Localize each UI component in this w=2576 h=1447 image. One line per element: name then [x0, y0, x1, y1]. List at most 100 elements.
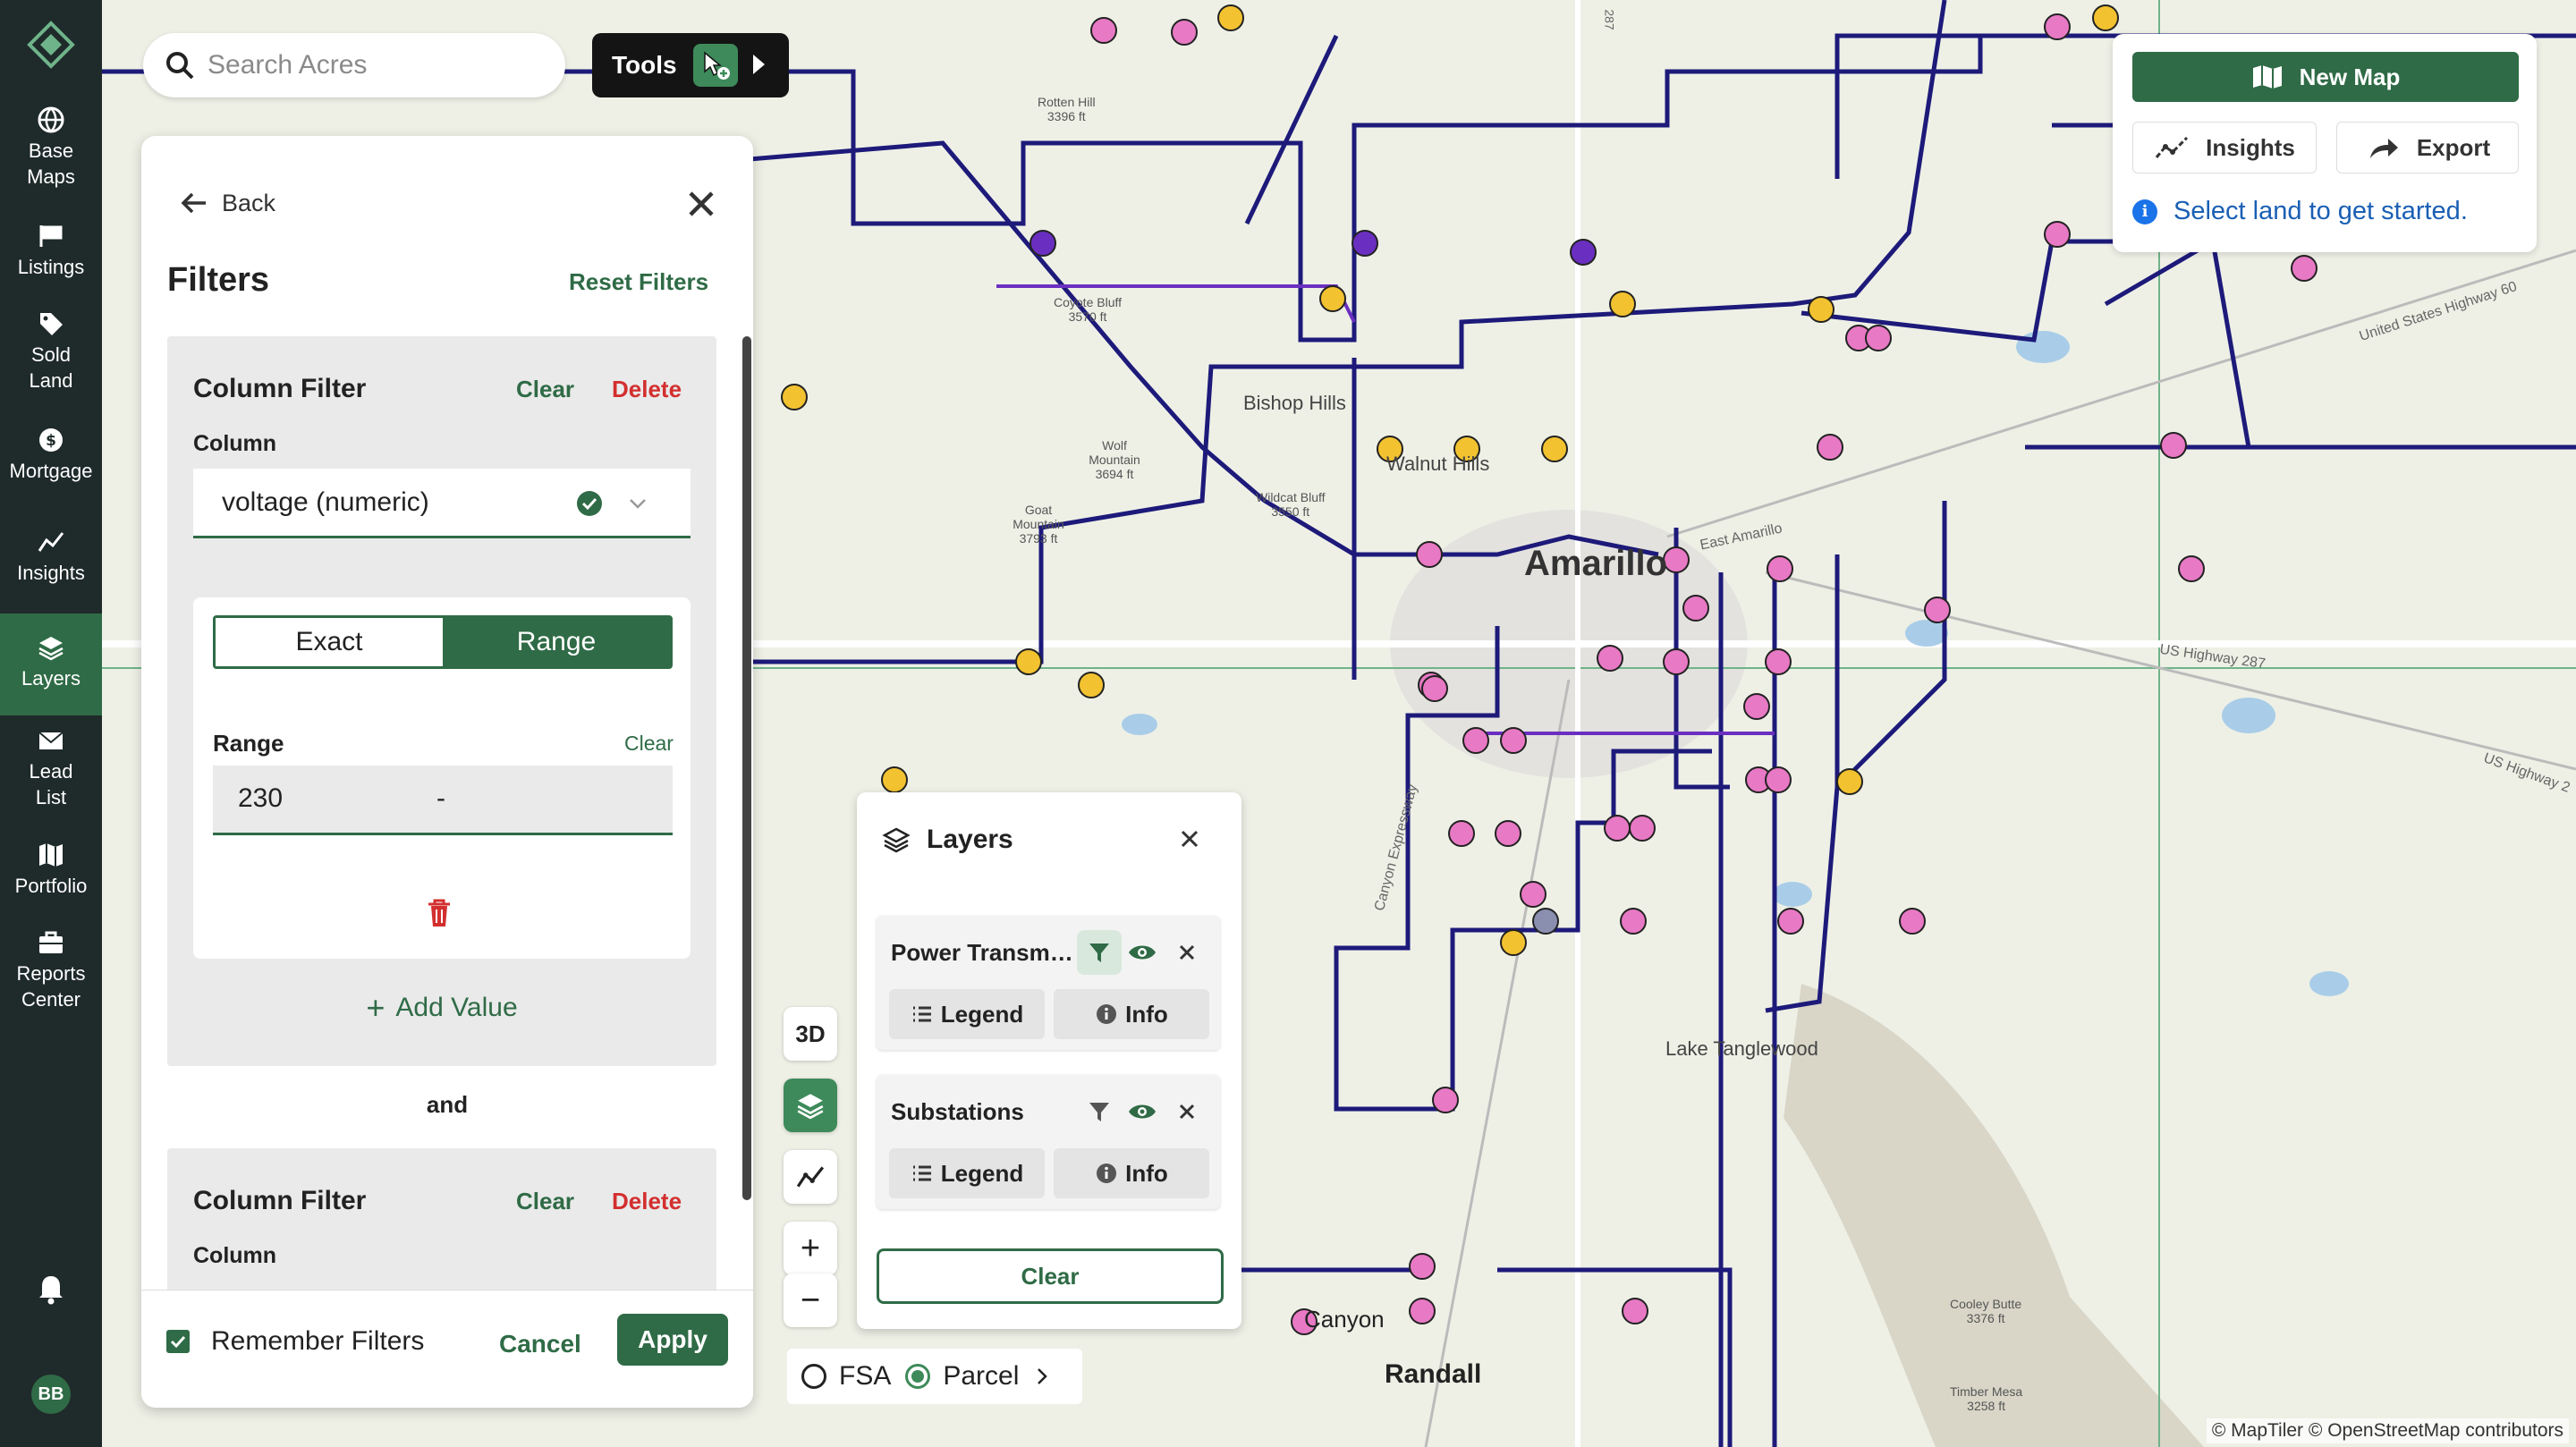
mode-range-button[interactable]: Range	[443, 618, 670, 666]
range-label: Range	[213, 730, 284, 757]
column-label: Column	[193, 1243, 277, 1268]
rail-label: Base	[28, 140, 74, 162]
rail-item-reports-center[interactable]: Reports Center	[0, 928, 102, 1012]
remember-filters-checkbox[interactable]: Remember Filters	[166, 1326, 424, 1357]
remember-filters-label: Remember Filters	[211, 1326, 425, 1356]
rail-label: Maps	[27, 165, 75, 188]
mode-toggle[interactable]: Exact Range	[213, 615, 673, 669]
map-label-peak: Timber Mesa 3258 ft	[1950, 1384, 2022, 1413]
add-value-button[interactable]: + Add Value	[167, 989, 716, 1027]
legend-button[interactable]: Legend	[889, 989, 1045, 1039]
rail-item-lead-list[interactable]: Lead List	[0, 726, 102, 810]
clear-filter-button[interactable]: Clear	[516, 376, 574, 403]
filters-panel: Back Filters Reset Filters Column Filter…	[141, 136, 753, 1408]
radio-fsa[interactable]	[801, 1364, 826, 1389]
range-input[interactable]: 230 -	[213, 766, 673, 835]
nav-rail: Base Maps Listings Sold Land $ Mortgage …	[0, 0, 102, 1447]
close-icon[interactable]	[683, 186, 719, 222]
range-card: Exact Range Range Clear 230 -	[193, 597, 691, 959]
dollar-icon: $	[39, 428, 63, 452]
filter-title: Column Filter	[193, 1186, 367, 1215]
filter-title: Column Filter	[193, 374, 367, 403]
rail-item-sold-land[interactable]: Sold Land	[0, 309, 102, 393]
map-label-place: Walnut Hills	[1386, 453, 1490, 475]
panel-scrollbar[interactable]	[742, 336, 751, 1200]
clear-layers-button[interactable]: Clear	[877, 1248, 1224, 1304]
info-button[interactable]: Info	[1054, 1148, 1209, 1198]
layers-toggle-button[interactable]	[784, 1079, 837, 1132]
toggle-3d-button[interactable]: 3D	[784, 1007, 837, 1061]
remove-layer-icon[interactable]	[1177, 1102, 1197, 1121]
search-input[interactable]	[208, 50, 547, 80]
column-select-value: voltage (numeric)	[222, 487, 429, 517]
rail-label: Lead	[29, 760, 73, 783]
layer-filter-button[interactable]	[1077, 1089, 1122, 1134]
rail-item-layers[interactable]: Layers	[0, 613, 102, 715]
apply-button[interactable]: Apply	[617, 1314, 728, 1366]
clear-filter-button[interactable]: Clear	[516, 1188, 574, 1215]
tools-label: Tools	[612, 51, 677, 79]
chevron-right-icon[interactable]	[1031, 1366, 1053, 1387]
delete-filter-button[interactable]: Delete	[612, 1188, 682, 1215]
avatar[interactable]: BB	[31, 1375, 71, 1414]
search-bar[interactable]	[143, 33, 565, 97]
peak-name: Timber Mesa	[1950, 1384, 2023, 1399]
map-label-peak: Wildcat Bluff 3550 ft	[1256, 490, 1326, 519]
parcel-label[interactable]: Parcel	[943, 1361, 1019, 1392]
map-label-peak: Rotten Hill 3396 ft	[1038, 95, 1096, 123]
legend-button[interactable]: Legend	[889, 1148, 1045, 1198]
mode-exact-button[interactable]: Exact	[216, 618, 443, 666]
peak-name: Rotten Hill	[1038, 95, 1096, 109]
select-tool-button[interactable]	[693, 44, 738, 87]
eye-icon[interactable]	[1127, 941, 1157, 964]
remove-layer-icon[interactable]	[1177, 943, 1197, 962]
range-min-value[interactable]: 230	[238, 783, 283, 814]
zoom-in-button[interactable]: +	[784, 1222, 837, 1275]
map-label-place: Lake Tanglewood	[1665, 1037, 1818, 1060]
close-icon[interactable]	[1179, 828, 1200, 850]
trend-icon	[796, 1166, 825, 1188]
radio-parcel[interactable]	[905, 1364, 931, 1389]
range-clear-button[interactable]: Clear	[624, 732, 674, 756]
rail-label: Mortgage	[9, 460, 93, 482]
map-label-peak: Wolf Mountain 3694 ft	[1079, 438, 1150, 481]
zoom-out-button[interactable]: −	[784, 1274, 837, 1327]
export-button[interactable]: Export	[2336, 122, 2519, 173]
rail-item-portfolio[interactable]: Portfolio	[0, 841, 102, 899]
panel-title: Filters	[167, 261, 270, 299]
filter-icon	[1089, 1103, 1109, 1121]
rail-item-mortgage[interactable]: $ Mortgage	[0, 426, 102, 484]
cancel-button[interactable]: Cancel	[499, 1330, 581, 1358]
rail-item-listings[interactable]: Listings	[0, 222, 102, 280]
map-label-county: Randall	[1385, 1359, 1482, 1389]
search-icon	[166, 52, 194, 80]
expand-tools-icon[interactable]	[753, 55, 765, 74]
map-icon	[39, 843, 63, 867]
map-icon	[2252, 65, 2282, 89]
column-select[interactable]: voltage (numeric)	[193, 469, 691, 538]
info-label: Info	[1125, 1000, 1168, 1028]
reset-filters-button[interactable]: Reset Filters	[569, 268, 708, 296]
layer-filter-button[interactable]	[1077, 930, 1122, 975]
list-icon	[912, 1165, 931, 1181]
insights-icon	[2156, 136, 2189, 158]
rail-item-base-maps[interactable]: Base Maps	[0, 106, 102, 190]
bell-icon[interactable]	[33, 1270, 69, 1306]
svg-text:$: $	[46, 432, 56, 450]
cursor-add-icon	[704, 51, 730, 80]
trash-icon[interactable]	[426, 898, 453, 928]
delete-filter-button[interactable]: Delete	[612, 376, 682, 403]
app-logo-icon[interactable]	[24, 20, 78, 73]
fsa-label[interactable]: FSA	[839, 1361, 891, 1392]
rail-item-insights[interactable]: Insights	[0, 528, 102, 586]
info-icon	[1097, 1164, 1117, 1183]
insights-button[interactable]: Insights	[2132, 122, 2317, 173]
map-attribution[interactable]: © MapTiler © OpenStreetMap contributors	[2206, 1418, 2569, 1443]
new-map-button[interactable]: New Map	[2132, 52, 2519, 102]
info-button[interactable]: Info	[1054, 989, 1209, 1039]
rail-label: Center	[21, 988, 81, 1011]
tools-toolbar[interactable]: Tools	[592, 33, 789, 97]
measure-tool-button[interactable]	[784, 1150, 837, 1204]
back-button[interactable]: Back	[179, 188, 275, 218]
eye-icon[interactable]	[1127, 1100, 1157, 1123]
